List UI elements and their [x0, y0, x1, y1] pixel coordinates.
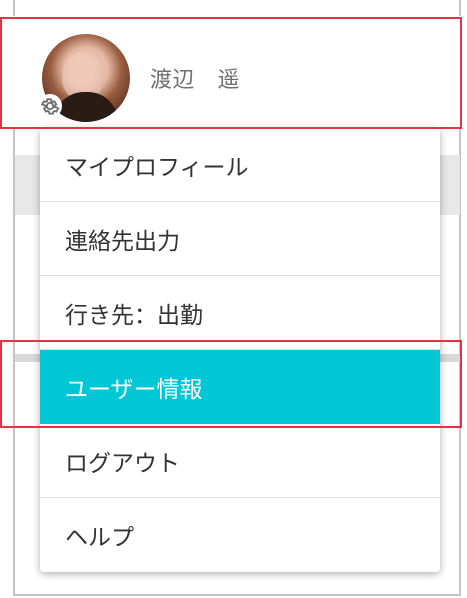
- menu-item-my-profile[interactable]: マイプロフィール: [40, 128, 440, 202]
- gear-icon[interactable]: [38, 94, 62, 118]
- menu-item-export-contacts[interactable]: 連絡先出力: [40, 202, 440, 276]
- user-name: 渡辺 遥: [150, 68, 241, 93]
- menu-item-help[interactable]: ヘルプ: [40, 498, 440, 572]
- menu-item-user-info[interactable]: ユーザー情報: [40, 350, 440, 424]
- menu-item-logout[interactable]: ログアウト: [40, 424, 440, 498]
- user-dropdown-menu: マイプロフィール 連絡先出力 行き先：出勤 ユーザー情報 ログアウト ヘルプ: [40, 128, 440, 572]
- menu-item-destination-attendance[interactable]: 行き先：出勤: [40, 276, 440, 350]
- gear-icon-svg: [40, 98, 60, 115]
